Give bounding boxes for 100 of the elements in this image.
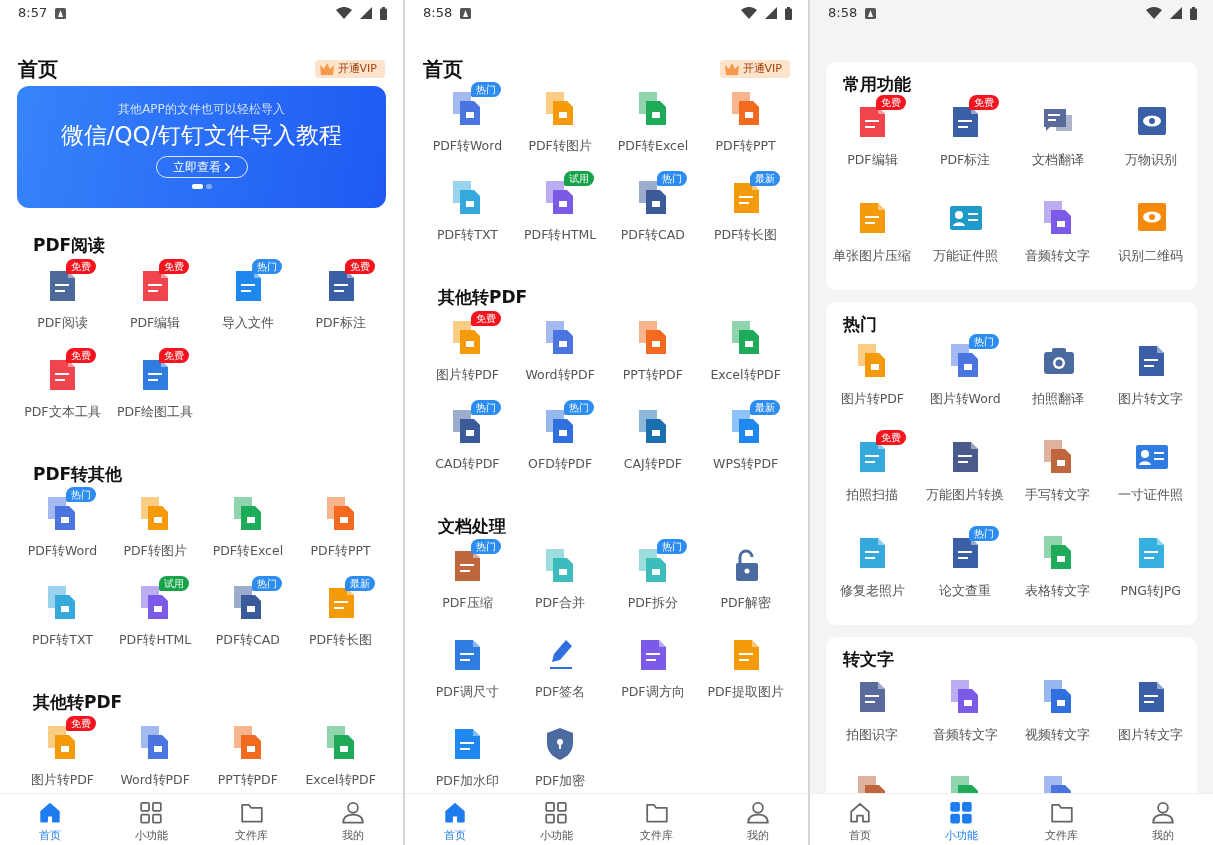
tool-label[interactable]: Excel转PDF xyxy=(305,770,376,790)
promo-banner[interactable]: 其他APP的文件也可以轻松导入 微信/QQ/钉钉文件导入教程 立即查看 xyxy=(17,86,386,208)
tool-label[interactable]: 图片转PDF xyxy=(840,390,905,409)
nav-tab[interactable]: 小功能 xyxy=(505,794,607,845)
tool-label[interactable]: PDF转CAD xyxy=(620,226,685,245)
tool-label[interactable]: PDF转Word xyxy=(432,137,503,156)
tool-label[interactable]: 图片转文字 xyxy=(1118,390,1184,409)
tool-label[interactable]: PDF编辑 xyxy=(847,150,898,170)
tool-label[interactable]: PDF转长图 xyxy=(308,631,373,650)
tool-label[interactable]: PDF转HTML xyxy=(524,226,597,245)
section-title: 其他转PDF xyxy=(33,691,124,714)
tag-badge: 热门 xyxy=(471,399,502,415)
nav-tab[interactable]: 我的 xyxy=(707,794,808,845)
tool-label[interactable]: 论文查重 xyxy=(939,582,992,601)
signal-icon xyxy=(1170,7,1182,19)
tool-label[interactable]: 图片转PDF xyxy=(435,365,500,385)
tool-label[interactable]: Word转PDF xyxy=(525,365,595,385)
wifi-icon xyxy=(336,7,352,19)
tool-label[interactable]: 导入文件 xyxy=(221,313,274,333)
tool-label[interactable]: PDF调方向 xyxy=(621,683,685,702)
tool-label[interactable]: 图片转PDF xyxy=(30,770,95,790)
tag-badge: 免费 xyxy=(876,430,907,445)
tool-label[interactable]: PNG转JPG xyxy=(1120,582,1181,601)
wifi-icon xyxy=(741,7,757,19)
tool-label[interactable]: 单张图片压缩 xyxy=(833,246,912,266)
tool-label[interactable]: PDF转HTML xyxy=(119,631,192,650)
tool-label[interactable]: 音频转文字 xyxy=(1025,246,1091,266)
tool-label[interactable]: 图片转Word xyxy=(929,390,1001,409)
tool-label[interactable]: CAJ转PDF xyxy=(623,454,683,474)
tool-label[interactable]: PPT转PDF xyxy=(622,365,683,385)
tool-label[interactable]: PDF转TXT xyxy=(31,631,93,650)
tool-label[interactable]: 视频转文字 xyxy=(1025,725,1091,745)
nav-tab[interactable]: 文件库 xyxy=(201,794,303,845)
nav-tab[interactable]: 小功能 xyxy=(100,794,202,845)
tool-label[interactable]: 拍照扫描 xyxy=(846,486,899,505)
tool-label[interactable]: PDF加密 xyxy=(534,772,586,791)
tool-label[interactable]: 拍图识字 xyxy=(846,725,899,745)
tool-label[interactable]: 拍照翻译 xyxy=(1031,390,1084,409)
tool-label[interactable]: 识别二维码 xyxy=(1118,246,1184,266)
tag-badge: 最新 xyxy=(749,171,780,186)
tool-label[interactable]: PDF转图片 xyxy=(528,137,592,156)
nav-tab[interactable]: 小功能 xyxy=(910,794,1012,845)
nav-tab[interactable]: 我的 xyxy=(1112,794,1213,845)
notification-icon xyxy=(55,7,67,19)
tool-label[interactable]: WPS转PDF xyxy=(713,454,779,474)
vip-button[interactable]: 开通VIP xyxy=(719,59,790,79)
tool-label[interactable]: PPT转PDF xyxy=(217,770,278,790)
tool-label[interactable]: PDF转Excel xyxy=(617,137,689,156)
tool-label[interactable]: PDF解密 xyxy=(720,594,771,613)
battery-icon xyxy=(785,6,792,20)
tool-label[interactable]: PDF合并 xyxy=(534,594,586,613)
nav-tab[interactable]: 首页 xyxy=(810,794,911,845)
chevron-icon xyxy=(223,161,231,172)
tag-badge: 最新 xyxy=(344,576,375,591)
tool-label[interactable]: PDF签名 xyxy=(534,683,586,702)
tool-label[interactable]: PDF提取图片 xyxy=(707,683,784,702)
nav-tab[interactable]: 文件库 xyxy=(1011,794,1113,845)
tool-label[interactable]: PDF文本工具 xyxy=(24,402,101,422)
section-title: 其他转PDF xyxy=(438,286,529,309)
tool-label[interactable]: Excel转PDF xyxy=(710,365,781,385)
tool-label[interactable]: PDF绘图工具 xyxy=(116,402,194,422)
tool-label[interactable]: PDF转Excel xyxy=(212,542,284,561)
nav-tab[interactable]: 文件库 xyxy=(606,794,708,845)
tool-label[interactable]: 修复老照片 xyxy=(839,582,905,601)
tool-label[interactable]: PDF阅读 xyxy=(37,313,88,333)
tool-label[interactable]: 手写转文字 xyxy=(1025,486,1091,505)
tool-label[interactable]: PDF转CAD xyxy=(215,631,280,650)
tool-label[interactable]: Word转PDF xyxy=(120,770,190,790)
tool-label[interactable]: PDF压缩 xyxy=(442,594,493,613)
tool-label[interactable]: PDF转PPT xyxy=(715,137,776,156)
nav-tab[interactable]: 首页 xyxy=(0,794,101,845)
tool-label[interactable]: PDF转长图 xyxy=(713,226,778,245)
tool-label[interactable]: PDF标注 xyxy=(315,313,366,333)
vip-button[interactable]: 开通VIP xyxy=(314,59,385,79)
tool-label[interactable]: PDF调尺寸 xyxy=(435,683,500,702)
tag-badge: 热门 xyxy=(471,82,502,97)
tag-badge: 试用 xyxy=(564,171,595,186)
tool-label[interactable]: 一寸证件照 xyxy=(1118,486,1184,505)
nav-tab[interactable]: 我的 xyxy=(302,794,403,845)
tool-label[interactable]: PDF转图片 xyxy=(123,542,187,561)
tool-label[interactable]: PDF标注 xyxy=(939,150,991,170)
tool-label[interactable]: PDF拆分 xyxy=(627,594,679,613)
tool-label[interactable]: PDF加水印 xyxy=(435,772,500,791)
tool-label[interactable]: 图片转文字 xyxy=(1118,725,1184,745)
tool-label[interactable]: PDF转PPT xyxy=(310,542,371,561)
tool-label[interactable]: OFD转PDF xyxy=(528,454,593,474)
tool-label[interactable]: PDF编辑 xyxy=(129,313,181,333)
tool-label[interactable]: 万能图片转换 xyxy=(926,486,1005,505)
tool-label[interactable]: 万物识别 xyxy=(1124,150,1177,170)
notification-icon xyxy=(865,7,877,19)
grid-icon xyxy=(948,800,975,826)
tool-label[interactable]: 音频转文字 xyxy=(932,725,998,745)
tool-label[interactable]: 万能证件照 xyxy=(932,246,998,266)
signal-icon xyxy=(360,7,372,19)
nav-tab[interactable]: 首页 xyxy=(405,794,506,845)
tool-label[interactable]: CAD转PDF xyxy=(435,454,500,474)
tool-label[interactable]: PDF转TXT xyxy=(436,226,498,245)
tool-label[interactable]: PDF转Word xyxy=(27,542,98,561)
tool-label[interactable]: 文档翻译 xyxy=(1031,150,1084,170)
tool-label[interactable]: 表格转文字 xyxy=(1025,582,1091,601)
